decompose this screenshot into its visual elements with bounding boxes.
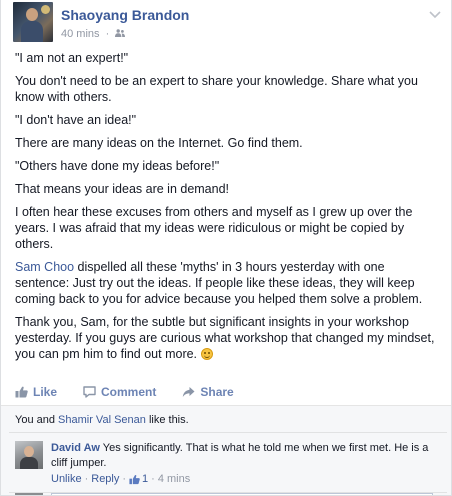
share-arrow-icon xyxy=(183,387,195,397)
mention-text: dispelled all these 'myths' in 3 hours y… xyxy=(15,260,423,306)
post-paragraph: "Others have done my ideas before!" xyxy=(15,159,220,173)
share-label: Share xyxy=(200,385,234,399)
share-button[interactable]: Share xyxy=(182,385,234,399)
thumbs-up-icon xyxy=(129,474,140,484)
post-time[interactable]: 40 mins xyxy=(61,28,100,40)
post-paragraph-closing: Thank you, Sam, for the subtle but signi… xyxy=(15,314,440,362)
comment-time[interactable]: 4 mins xyxy=(158,473,190,485)
post-body: "I am not an expert!" You don't need to … xyxy=(15,50,440,369)
author-name[interactable]: Shaoyang Brandon xyxy=(61,7,189,23)
post-paragraph: "I am not an expert!" xyxy=(15,51,129,65)
comment-text: Yes significantly. That is what he told … xyxy=(51,442,429,469)
author-avatar[interactable] xyxy=(13,2,53,42)
closing-text: Thank you, Sam, for the subtle but signi… xyxy=(15,315,435,361)
feedback-section: You and Shamir Val Senan like this. Davi… xyxy=(1,406,451,495)
meta-separator: · xyxy=(84,473,89,485)
reply-link[interactable]: Reply xyxy=(91,473,119,485)
likes-you: You and xyxy=(15,414,59,426)
likes-summary: You and Shamir Val Senan like this. xyxy=(15,414,189,426)
comment-icon xyxy=(83,386,96,398)
commenter-name[interactable]: David Aw xyxy=(51,442,100,454)
post-paragraph: You don't need to be an expert to share … xyxy=(15,74,418,104)
post-card: Shaoyang Brandon 40 mins · "I am not an … xyxy=(0,0,452,496)
friends-icon[interactable] xyxy=(115,29,126,37)
thumbs-up-icon xyxy=(15,386,28,398)
comment-meta: Unlike · Reply · 1 · 4 mins xyxy=(51,473,190,485)
comment-body: David Aw Yes significantly. That is what… xyxy=(51,441,431,471)
comment-label: Comment xyxy=(101,385,157,399)
comment-button[interactable]: Comment xyxy=(83,385,156,399)
post-paragraph: That means your ideas are in demand! xyxy=(15,182,230,196)
like-button[interactable]: Like xyxy=(15,385,57,399)
likes-other-link[interactable]: Shamir Val Senan xyxy=(58,414,146,426)
meta-separator: · xyxy=(122,473,127,485)
meta-separator: · xyxy=(105,28,110,40)
commenter-avatar[interactable] xyxy=(15,441,43,469)
post-paragraph-mention: Sam Choo dispelled all these 'myths' in … xyxy=(15,259,440,307)
smile-emoji-icon xyxy=(200,348,213,360)
meta-separator: · xyxy=(151,473,155,485)
divider xyxy=(9,432,447,433)
mention-link[interactable]: Sam Choo xyxy=(15,260,74,274)
post-header: Shaoyang Brandon 40 mins · xyxy=(13,2,443,42)
post-actions: Like Comment Share xyxy=(15,384,260,400)
post-paragraph: "I don't have an idea!" xyxy=(15,113,137,127)
post-meta: 40 mins · xyxy=(61,28,126,40)
unlike-link[interactable]: Unlike xyxy=(51,473,82,485)
comment-like-count[interactable]: 1 xyxy=(142,473,148,485)
post-paragraph: There are many ideas on the Internet. Go… xyxy=(15,136,303,150)
chevron-down-icon[interactable] xyxy=(429,10,441,20)
likes-suffix: like this. xyxy=(145,414,189,426)
post-paragraph: I often hear these excuses from others a… xyxy=(15,205,413,251)
like-label: Like xyxy=(33,385,58,399)
